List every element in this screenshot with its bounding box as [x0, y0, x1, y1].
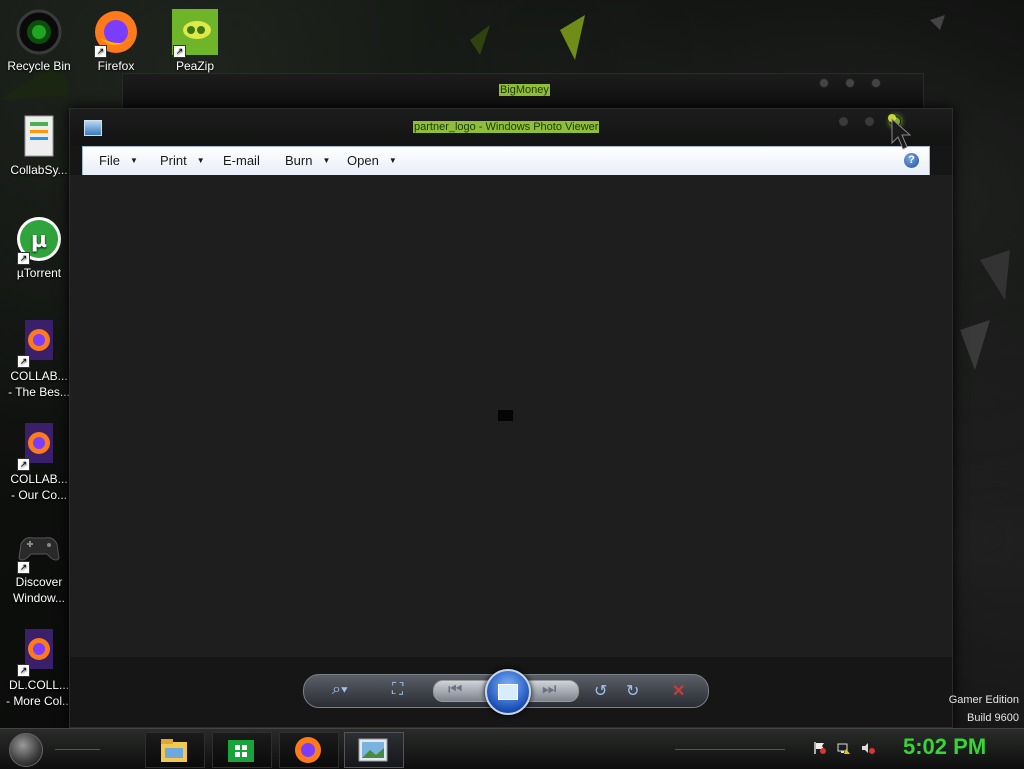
desktop-icon-label: CollabSy...	[10, 163, 68, 177]
rotate-right-icon[interactable]: ↻	[626, 681, 639, 701]
desktop-icon-collab-best[interactable]: ↗ COLLAB... - The Bes...	[0, 318, 78, 400]
desktop-icon-label: - The Bes...	[8, 385, 70, 399]
peazip-icon: ↗	[171, 8, 219, 58]
slideshow-button[interactable]	[485, 669, 531, 715]
mouse-cursor-icon	[888, 114, 912, 150]
background-window[interactable]: BigMoney	[122, 73, 924, 109]
displayed-image	[498, 410, 513, 421]
desktop-icon-recycle-bin[interactable]: Recycle Bin	[0, 8, 78, 74]
maximize-button[interactable]	[864, 116, 875, 127]
desktop-icon-label: COLLAB...	[10, 472, 68, 486]
menu-burn-label: Burn	[285, 153, 313, 168]
firefox-doc-icon: ↗	[15, 627, 63, 677]
menu-burn[interactable]: Burn ▼	[285, 153, 330, 168]
desktop-icon-dl-collab[interactable]: ↗ DL.COLL... - More Col...	[0, 627, 78, 709]
rotate-left-icon[interactable]: ↺	[594, 681, 607, 701]
desktop-icon-label: Recycle Bin	[7, 59, 71, 73]
shortcut-arrow-icon: ↗	[173, 45, 186, 58]
network-icon[interactable]	[837, 741, 851, 755]
menu-email[interactable]: E-mail	[223, 153, 260, 168]
close-button[interactable]	[871, 78, 881, 88]
svg-text:µ: µ	[31, 228, 47, 253]
taskbar: 5:02 PM	[0, 728, 1024, 769]
shortcut-arrow-icon: ↗	[17, 458, 30, 471]
menu-email-label: E-mail	[223, 153, 260, 168]
window-title: BigMoney	[499, 84, 550, 96]
desktop-icon-label: COLLAB...	[10, 369, 68, 383]
taskbar-photo-viewer[interactable]	[344, 732, 404, 768]
desktop-icon-label: PeaZip	[175, 59, 215, 73]
shortcut-arrow-icon: ↗	[17, 664, 30, 677]
chevron-down-icon: ▼	[322, 156, 331, 165]
firefox-doc-icon: ↗	[15, 421, 63, 471]
watermark-build: Build 9600	[967, 712, 1019, 724]
taskbar-store[interactable]	[212, 732, 272, 768]
desktop-icon-collabsy[interactable]: CollabSy...	[0, 112, 78, 178]
desktop-icon-label: - Our Co...	[10, 488, 67, 502]
gamepad-icon: ↗	[15, 524, 63, 574]
menu-file-label: File	[99, 153, 120, 168]
photo-viewer-window: partner_logo - Windows Photo Viewer File…	[69, 108, 953, 728]
menu-print-label: Print	[160, 153, 187, 168]
chevron-down-icon: ▼	[388, 156, 397, 165]
help-icon[interactable]: ?	[904, 153, 919, 168]
clock[interactable]: 5:02 PM	[903, 734, 986, 760]
menu-file[interactable]: File ▼	[99, 153, 138, 168]
window-title: partner_logo - Windows Photo Viewer	[413, 121, 600, 133]
minimize-button[interactable]	[838, 116, 849, 127]
photo-viewer-icon	[358, 738, 388, 762]
menu-bar: File ▼ Print ▼ E-mail Burn ▼ Open ▼ ?	[82, 146, 930, 176]
volume-muted-icon[interactable]	[861, 741, 875, 755]
menu-print[interactable]: Print ▼	[160, 153, 205, 168]
taskbar-decoration	[55, 749, 100, 750]
previous-icon[interactable]: ⏮	[448, 681, 462, 699]
shortcut-arrow-icon: ↗	[17, 355, 30, 368]
shortcut-arrow-icon: ↗	[17, 252, 30, 265]
shortcut-arrow-icon: ↗	[94, 45, 107, 58]
desktop-icon-discover-windows[interactable]: ↗ Discover Window...	[0, 524, 78, 606]
desktop-icon-peazip[interactable]: ↗ PeaZip	[156, 8, 234, 74]
action-center-flag-icon[interactable]	[813, 741, 827, 755]
desktop-icon-label: Discover	[15, 575, 63, 589]
maximize-button[interactable]	[845, 78, 855, 88]
desktop-icon-utorrent[interactable]: µ ↗ µTorrent	[0, 215, 78, 281]
shortcut-arrow-icon: ↗	[17, 561, 30, 574]
desktop-icon-label: - More Col...	[5, 694, 72, 708]
desktop-icon-label: Window...	[12, 591, 66, 605]
photo-viewer-icon	[84, 120, 102, 136]
playback-controls: ⌕▾ ⛶ ⏮ ⏭ ↺ ↻ ✕	[303, 669, 709, 715]
recycle-bin-icon	[15, 8, 63, 56]
desktop-icon-label: Firefox	[97, 59, 135, 73]
minimize-button[interactable]	[819, 78, 829, 88]
taskbar-file-explorer[interactable]	[145, 732, 205, 768]
taskbar-decoration	[675, 749, 785, 750]
firefox-icon: ↗	[92, 8, 140, 58]
delete-icon[interactable]: ✕	[672, 681, 685, 701]
file-explorer-icon	[161, 739, 187, 762]
firefox-doc-icon: ↗	[15, 318, 63, 368]
zoom-icon[interactable]: ⌕▾	[332, 681, 348, 699]
slideshow-icon	[498, 684, 518, 700]
menu-open[interactable]: Open ▼	[347, 153, 397, 168]
chevron-down-icon: ▼	[129, 156, 138, 165]
watermark-edition: Gamer Edition	[948, 694, 1019, 706]
actual-size-icon[interactable]: ⛶	[392, 681, 403, 699]
utorrent-icon: µ ↗	[15, 215, 63, 265]
desktop-icon-label: DL.COLL...	[8, 678, 70, 692]
store-icon	[228, 740, 254, 762]
taskbar-firefox[interactable]	[279, 732, 339, 768]
desktop-icon-firefox[interactable]: ↗ Firefox	[77, 8, 155, 74]
chevron-down-icon: ▼	[196, 156, 205, 165]
menu-open-label: Open	[347, 153, 379, 168]
desktop-icon-collab-our[interactable]: ↗ COLLAB... - Our Co...	[0, 421, 78, 503]
start-button[interactable]	[9, 733, 43, 767]
next-icon[interactable]: ⏭	[542, 681, 556, 699]
title-bar[interactable]: partner_logo - Windows Photo Viewer	[70, 109, 952, 145]
firefox-icon	[295, 737, 321, 763]
desktop-icon-label: µTorrent	[16, 266, 62, 280]
document-icon	[15, 112, 63, 160]
image-viewport[interactable]	[70, 175, 952, 657]
